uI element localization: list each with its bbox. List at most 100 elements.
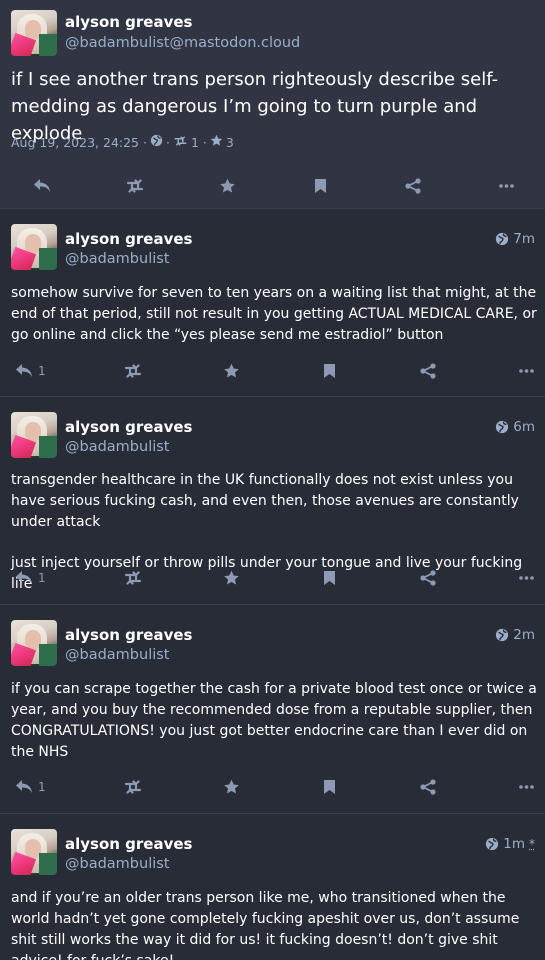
reply-icon bbox=[15, 363, 33, 378]
more-button[interactable] bbox=[519, 369, 534, 373]
status-time[interactable]: 1m * bbox=[485, 836, 535, 852]
boost-button[interactable] bbox=[123, 571, 143, 585]
boost-button[interactable] bbox=[123, 364, 143, 378]
reply-button[interactable]: 1 bbox=[15, 363, 46, 378]
bookmark-icon bbox=[314, 178, 327, 194]
display-name[interactable]: alyson greaves bbox=[65, 835, 193, 853]
globe-icon bbox=[150, 134, 163, 151]
bookmark-button[interactable] bbox=[314, 178, 327, 194]
status-time[interactable]: 2m bbox=[495, 627, 535, 643]
account-handle[interactable]: @badambulist@mastodon.cloud bbox=[65, 35, 300, 51]
relative-time: 2m bbox=[513, 627, 535, 643]
share-button[interactable] bbox=[420, 363, 436, 379]
boost-icon bbox=[173, 135, 188, 151]
more-icon bbox=[519, 369, 534, 373]
star-icon bbox=[223, 363, 240, 379]
status-content: and if you’re an older trans person like… bbox=[11, 888, 539, 960]
reply-icon bbox=[15, 779, 33, 794]
edited-marker[interactable]: * bbox=[529, 837, 535, 851]
boost-icon bbox=[123, 364, 143, 378]
boost-icon bbox=[123, 571, 143, 585]
account-handle[interactable]: @badambulist bbox=[65, 856, 170, 872]
status-content: transgender healthcare in the UK functio… bbox=[11, 470, 539, 595]
status-time[interactable]: 6m bbox=[495, 419, 535, 435]
reply-icon bbox=[33, 178, 51, 193]
display-name[interactable]: alyson greaves bbox=[65, 418, 193, 436]
more-button[interactable] bbox=[519, 576, 534, 580]
reply-button[interactable]: 1 bbox=[15, 570, 46, 585]
share-button[interactable] bbox=[420, 779, 436, 795]
boost-button[interactable] bbox=[125, 179, 145, 193]
status-paragraph: somehow survive for seven to ten years o… bbox=[11, 283, 539, 346]
globe-icon bbox=[485, 837, 499, 851]
bookmark-button[interactable] bbox=[323, 363, 336, 379]
favourite-button[interactable] bbox=[223, 779, 240, 795]
avatar[interactable] bbox=[11, 224, 57, 270]
bookmark-icon bbox=[323, 363, 336, 379]
display-name[interactable]: alyson greaves bbox=[65, 13, 193, 31]
share-button[interactable] bbox=[420, 570, 436, 586]
status-time[interactable]: 7m bbox=[495, 231, 535, 247]
status-date[interactable]: Aug 19, 2023, 24:25 · bbox=[11, 135, 147, 150]
favourite-button[interactable] bbox=[223, 570, 240, 586]
share-icon bbox=[420, 570, 436, 586]
status-paragraph: and if you’re an older trans person like… bbox=[11, 888, 539, 960]
relative-time: 6m bbox=[513, 419, 535, 435]
share-icon bbox=[405, 178, 421, 194]
avatar[interactable] bbox=[11, 412, 57, 458]
status-paragraph: just inject yourself or throw pills unde… bbox=[11, 553, 539, 595]
globe-icon bbox=[495, 420, 509, 434]
reply-button[interactable]: 1 bbox=[15, 779, 46, 794]
bookmark-button[interactable] bbox=[323, 570, 336, 586]
status-meta: Aug 19, 2023, 24:25 · · 1 · 3 bbox=[11, 134, 234, 151]
account-handle[interactable]: @badambulist bbox=[65, 647, 170, 663]
share-button[interactable] bbox=[405, 178, 421, 194]
star-icon bbox=[223, 779, 240, 795]
relative-time: 1m bbox=[503, 836, 525, 852]
star-icon bbox=[219, 178, 236, 194]
globe-icon bbox=[495, 628, 509, 642]
boost-icon bbox=[125, 179, 145, 193]
status[interactable]: alyson greaves @badambulist 6m transgend… bbox=[0, 397, 545, 605]
status-content: if you can scrape together the cash for … bbox=[11, 679, 539, 763]
account-handle[interactable]: @badambulist bbox=[65, 439, 170, 455]
focal-status: alyson greaves @badambulist@mastodon.clo… bbox=[0, 0, 545, 209]
bookmark-button[interactable] bbox=[323, 779, 336, 795]
more-button[interactable] bbox=[519, 785, 534, 789]
reply-count: 1 bbox=[38, 780, 46, 794]
more-icon bbox=[519, 576, 534, 580]
display-name[interactable]: alyson greaves bbox=[65, 230, 193, 248]
avatar[interactable] bbox=[11, 10, 57, 56]
favourite-button[interactable] bbox=[219, 178, 236, 194]
status[interactable]: alyson greaves @badambulist 7m somehow s… bbox=[0, 209, 545, 397]
boost-icon bbox=[123, 780, 143, 794]
star-icon bbox=[223, 570, 240, 586]
more-button[interactable] bbox=[499, 184, 514, 188]
bookmark-icon bbox=[323, 779, 336, 795]
share-icon bbox=[420, 779, 436, 795]
boost-count[interactable]: 1 · bbox=[191, 135, 207, 150]
status[interactable]: alyson greaves @badambulist 2m if you ca… bbox=[0, 605, 545, 814]
reply-count: 1 bbox=[38, 364, 46, 378]
more-icon bbox=[519, 785, 534, 789]
reply-count: 1 bbox=[38, 571, 46, 585]
status-content: somehow survive for seven to ten years o… bbox=[11, 283, 539, 346]
reply-button[interactable] bbox=[33, 178, 51, 193]
status-paragraph: if you can scrape together the cash for … bbox=[11, 679, 539, 763]
status[interactable]: alyson greaves @badambulist 1m * and if … bbox=[0, 814, 545, 960]
favourite-count[interactable]: 3 bbox=[226, 135, 234, 150]
relative-time: 7m bbox=[513, 231, 535, 247]
account-handle[interactable]: @badambulist bbox=[65, 251, 170, 267]
favourite-button[interactable] bbox=[223, 363, 240, 379]
star-icon bbox=[210, 134, 223, 151]
reply-icon bbox=[15, 570, 33, 585]
avatar[interactable] bbox=[11, 829, 57, 875]
avatar[interactable] bbox=[11, 620, 57, 666]
status-paragraph: transgender healthcare in the UK functio… bbox=[11, 470, 539, 533]
display-name[interactable]: alyson greaves bbox=[65, 626, 193, 644]
more-icon bbox=[499, 184, 514, 188]
meta-separator: · bbox=[166, 135, 170, 150]
bookmark-icon bbox=[323, 570, 336, 586]
boost-button[interactable] bbox=[123, 780, 143, 794]
share-icon bbox=[420, 363, 436, 379]
